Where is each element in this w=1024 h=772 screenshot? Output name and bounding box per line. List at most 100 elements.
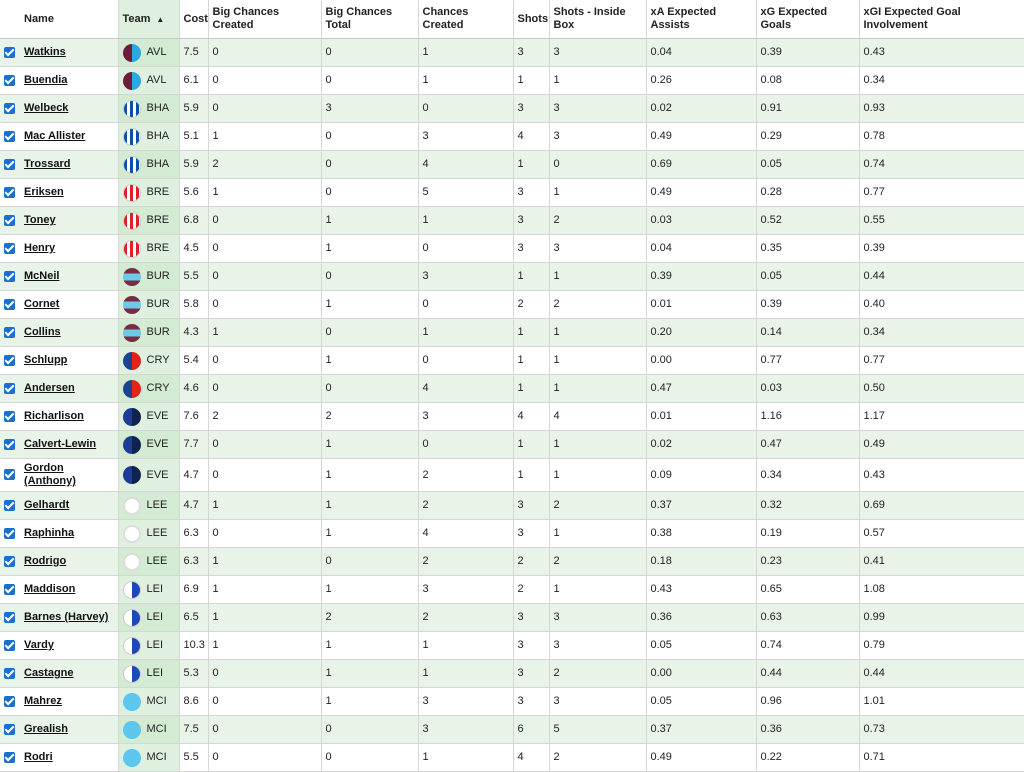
xg-cell: 0.03 xyxy=(756,374,860,403)
player-name-cell: Welbeck xyxy=(20,94,119,123)
column-header-shots[interactable]: Shots xyxy=(513,0,550,39)
team-wrap: EVE xyxy=(119,403,179,430)
row-select-checkbox[interactable] xyxy=(4,611,15,623)
row-select-checkbox[interactable] xyxy=(4,382,15,394)
column-header-chances-created[interactable]: Chances Created xyxy=(418,0,514,39)
row-select-checkbox[interactable] xyxy=(4,326,15,338)
row-select-checkbox[interactable] xyxy=(4,583,15,595)
row-select-checkbox[interactable] xyxy=(4,410,15,422)
row-select-checkbox[interactable] xyxy=(4,354,15,366)
row-select-checkbox[interactable] xyxy=(4,695,15,707)
player-name-link[interactable]: Eriksen xyxy=(24,186,64,198)
player-name-link[interactable]: Richarlison xyxy=(24,410,84,422)
team-shirt-icon xyxy=(122,183,141,202)
xg-cell: 0.39 xyxy=(756,38,860,67)
player-name-link[interactable]: McNeil xyxy=(24,270,59,282)
big-chances-total-cell: 3 xyxy=(321,94,419,123)
player-name-link[interactable]: Gelhardt xyxy=(24,499,69,511)
xgi-cell: 0.44 xyxy=(859,262,1024,291)
player-name-link[interactable]: Vardy xyxy=(24,639,54,651)
xa-cell: 0.00 xyxy=(646,346,757,375)
player-name-link[interactable]: Rodrigo xyxy=(24,555,66,567)
row-select-checkbox[interactable] xyxy=(4,751,15,763)
row-select-checkbox[interactable] xyxy=(4,130,15,142)
team-code: LEI xyxy=(146,639,164,651)
row-select-checkbox[interactable] xyxy=(4,555,15,567)
row-select-checkbox[interactable] xyxy=(4,527,15,539)
row-select-checkbox[interactable] xyxy=(4,102,15,114)
player-name-link[interactable]: Mac Allister xyxy=(24,130,85,142)
xg-cell: 0.35 xyxy=(756,234,860,263)
column-header-cost[interactable]: Cost xyxy=(179,0,209,39)
player-name-link[interactable]: Collins xyxy=(24,326,61,338)
team-wrap: LEE xyxy=(119,520,179,547)
row-select-checkbox[interactable] xyxy=(4,298,15,310)
chances-created-cell: 0 xyxy=(418,430,514,459)
team-shirt-icon xyxy=(122,211,141,230)
team-cell: BRE xyxy=(118,178,180,207)
player-name-link[interactable]: Cornet xyxy=(24,298,59,310)
row-select-checkbox[interactable] xyxy=(4,639,15,651)
player-name-link[interactable]: Andersen xyxy=(24,382,75,394)
column-header-big-chances-total[interactable]: Big Chances Total xyxy=(321,0,419,39)
xg-cell: 0.96 xyxy=(756,687,860,716)
player-name-link[interactable]: Watkins xyxy=(24,46,66,58)
team-wrap: BHA xyxy=(119,123,179,150)
player-name-link[interactable]: Toney xyxy=(24,214,56,226)
column-header-xa[interactable]: xA Expected Assists xyxy=(646,0,757,39)
player-name-link[interactable]: Welbeck xyxy=(24,102,68,114)
row-select-checkbox[interactable] xyxy=(4,469,15,481)
column-header-big-chances-created[interactable]: Big Chances Created xyxy=(208,0,322,39)
row-select-checkbox[interactable] xyxy=(4,214,15,226)
column-header-xgi[interactable]: xGI Expected Goal Involvement xyxy=(859,0,1024,39)
column-header-team[interactable]: Team ▲ xyxy=(118,0,180,39)
player-name-link[interactable]: Gordon (Anthony) xyxy=(24,462,76,487)
xgi-cell: 0.55 xyxy=(859,206,1024,235)
player-name-link[interactable]: Maddison xyxy=(24,583,75,595)
team-shirt-icon xyxy=(122,496,141,515)
team-cell: AVL xyxy=(118,66,180,95)
row-select-checkbox[interactable] xyxy=(4,186,15,198)
column-header-name[interactable]: Name xyxy=(20,0,119,39)
row-select-checkbox[interactable] xyxy=(4,667,15,679)
row-select-checkbox[interactable] xyxy=(4,270,15,282)
row-select-checkbox[interactable] xyxy=(4,438,15,450)
team-shirt-icon xyxy=(122,580,141,599)
xg-cell: 1.16 xyxy=(756,402,860,431)
player-name-link[interactable]: Castagne xyxy=(24,667,74,679)
player-name-link[interactable]: Calvert-Lewin xyxy=(24,438,96,450)
player-name-cell: Watkins xyxy=(20,38,119,67)
big-chances-total-cell: 2 xyxy=(321,402,419,431)
team-shirt-icon xyxy=(122,155,141,174)
shots-cell: 3 xyxy=(513,206,550,235)
row-select-checkbox[interactable] xyxy=(4,46,15,58)
team-code: LEE xyxy=(146,527,168,539)
big-chances-total-cell: 1 xyxy=(321,659,419,688)
player-name-link[interactable]: Rodri xyxy=(24,751,53,763)
row-select-checkbox[interactable] xyxy=(4,74,15,86)
xg-cell: 0.22 xyxy=(756,743,860,772)
player-name-link[interactable]: Henry xyxy=(24,242,55,254)
chances-created-cell: 3 xyxy=(418,687,514,716)
player-name-link[interactable]: Trossard xyxy=(24,158,70,170)
row-select-checkbox[interactable] xyxy=(4,723,15,735)
xa-cell: 0.26 xyxy=(646,66,757,95)
column-header-xg[interactable]: xG Expected Goals xyxy=(756,0,860,39)
team-cell: MCI xyxy=(118,687,180,716)
player-name-link[interactable]: Grealish xyxy=(24,723,68,735)
row-select-checkbox[interactable] xyxy=(4,158,15,170)
column-header-shots-inside-box[interactable]: Shots - Inside Box xyxy=(549,0,647,39)
shots-inside-box-cell: 1 xyxy=(549,519,647,548)
player-name-link[interactable]: Schlupp xyxy=(24,354,67,366)
player-name-cell: Barnes (Harvey) xyxy=(20,603,119,632)
row-select-checkbox[interactable] xyxy=(4,499,15,511)
chances-created-cell: 3 xyxy=(418,575,514,604)
player-name-link[interactable]: Buendia xyxy=(24,74,67,86)
player-name-link[interactable]: Barnes (Harvey) xyxy=(24,611,108,623)
row-select-checkbox[interactable] xyxy=(4,242,15,254)
xg-cell: 0.32 xyxy=(756,491,860,520)
xg-cell: 0.28 xyxy=(756,178,860,207)
player-name-link[interactable]: Raphinha xyxy=(24,527,74,539)
shots-cell: 3 xyxy=(513,234,550,263)
player-name-link[interactable]: Mahrez xyxy=(24,695,62,707)
